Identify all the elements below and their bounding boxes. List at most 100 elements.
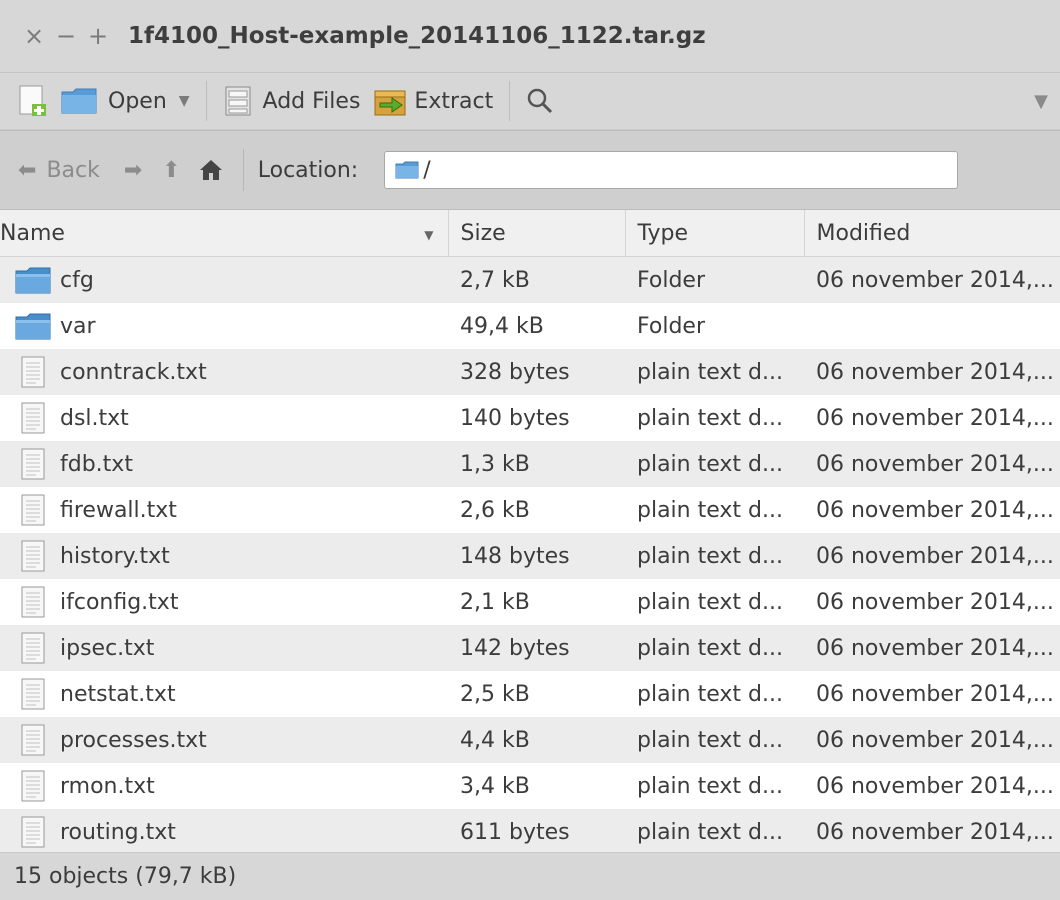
table-row[interactable]: fdb.txt 1,3 kB plain text d... 06 november … [0, 441, 1060, 487]
text-file-icon [21, 724, 45, 756]
archive-icon [225, 86, 251, 116]
back-label: Back [46, 157, 100, 183]
new-archive-icon [19, 85, 46, 116]
file-name: rmon.txt [60, 773, 155, 799]
back-button[interactable]: ⬅ Back [0, 158, 106, 183]
size-cell: 4,4 kB [448, 717, 625, 763]
modified-cell: 06 november 2014,... [816, 497, 1054, 523]
file-name: conntrack.txt [60, 359, 207, 385]
toolbar: Open ▼ Add Files Extract ▼ [0, 73, 1060, 130]
window-title: 1f4100_Host-example_20141106_1122.tar.gz [128, 23, 706, 49]
text-file-icon [21, 770, 45, 802]
file-name: processes.txt [60, 727, 207, 753]
sort-descending-icon: ▼ [424, 228, 434, 242]
modified-cell: 06 november 2014,... [804, 441, 1060, 487]
header-row: Name ▼ Size Type Modified [0, 210, 1060, 257]
type-cell: plain text d... [637, 773, 783, 799]
modified-cell: 06 november 2014,... [816, 773, 1054, 799]
text-file-icon [21, 632, 45, 664]
close-window-button[interactable]: × [18, 22, 50, 50]
size-cell: 142 bytes [448, 625, 625, 671]
maximize-window-button[interactable]: + [82, 22, 114, 50]
type-cell: plain text d... [637, 589, 783, 615]
name-cell: dsl.txt [0, 395, 448, 441]
modified-cell: 06 november 2014,... [804, 533, 1060, 579]
file-name: ifconfig.txt [60, 589, 179, 615]
column-header-type[interactable]: Type [625, 210, 805, 257]
table-row[interactable]: conntrack.txt 328 bytes plain text d... 06 … [0, 349, 1060, 395]
file-name: ipsec.txt [60, 635, 155, 661]
type-cell: Folder [625, 256, 804, 303]
size-cell: 328 bytes [448, 349, 625, 395]
open-button[interactable]: Open ▼ [54, 73, 196, 129]
text-file-icon [21, 356, 45, 388]
text-file-icon [21, 678, 45, 710]
table-row[interactable]: history.txt 148 bytes plain text d... 06 no… [0, 533, 1060, 579]
type-cell: plain text d... [625, 717, 804, 763]
home-icon [199, 160, 222, 180]
text-file-icon [21, 494, 45, 526]
table-row[interactable]: processes.txt 4,4 kB plain text d... 06 nov… [0, 717, 1060, 763]
name-cell: ipsec.txt [0, 625, 448, 671]
table-row[interactable]: netstat.txt 2,5 kB plain text d... 06 novem… [0, 671, 1060, 717]
table-row[interactable]: ifconfig.txt 2,1 kB plain text d... 06 nove… [0, 579, 1060, 625]
type-cell: plain text d... [637, 497, 783, 523]
size-cell: 140 bytes [460, 405, 570, 431]
size-cell: 1,3 kB [448, 441, 625, 487]
size-cell: 3,4 kB [460, 773, 530, 799]
folder-icon [15, 313, 51, 340]
text-file-icon [21, 586, 45, 618]
name-cell: cfg [0, 256, 448, 303]
forward-button[interactable]: ➡ [118, 158, 148, 183]
column-header-modified[interactable]: Modified [804, 210, 1060, 257]
new-archive-button[interactable] [0, 73, 54, 129]
text-file-icon [21, 816, 45, 848]
file-list: Name ▼ Size Type Modified cfg 2,7 kB Folde… [0, 210, 1060, 855]
name-cell: ifconfig.txt [0, 579, 448, 625]
table-row[interactable]: cfg 2,7 kB Folder 06 november 2014,... [0, 256, 1060, 303]
name-cell: history.txt [0, 533, 448, 579]
status-text: 15 objects (79,7 kB) [14, 864, 237, 889]
name-cell: firewall.txt [0, 487, 448, 533]
modified-cell: 06 november 2014,... [804, 256, 1060, 303]
modified-cell: 06 november 2014,... [816, 405, 1054, 431]
chevron-down-icon[interactable]: ▼ [179, 93, 190, 109]
location-field[interactable]: / [384, 151, 959, 189]
file-name: var [60, 313, 96, 339]
search-button[interactable] [520, 73, 560, 129]
size-cell: 2,5 kB [460, 681, 530, 707]
file-name: history.txt [60, 543, 170, 569]
name-cell: fdb.txt [0, 441, 448, 487]
modified-cell: 06 november 2014,... [804, 717, 1060, 763]
status-bar: 15 objects (79,7 kB) [0, 852, 1060, 900]
column-header-size[interactable]: Size [448, 210, 626, 257]
minimize-window-button[interactable]: − [50, 22, 82, 50]
name-cell: var [0, 303, 448, 349]
file-name: fdb.txt [60, 451, 133, 477]
name-cell: processes.txt [0, 717, 448, 763]
modified-cell: 06 november 2014,... [804, 625, 1060, 671]
modified-cell [804, 303, 1060, 349]
arrow-right-icon: ➡ [123, 157, 143, 183]
table-row[interactable]: firewall.txt 2,6 kB plain text d... 06 nove… [0, 487, 1060, 533]
table-row[interactable]: dsl.txt 140 bytes plain text d... 06 novemb… [0, 395, 1060, 441]
size-cell: 2,6 kB [460, 497, 530, 523]
table-row[interactable]: ipsec.txt 142 bytes plain text d... 06 nove… [0, 625, 1060, 671]
extract-button[interactable]: Extract [366, 73, 499, 129]
column-header-name[interactable]: Name ▼ [0, 210, 449, 257]
add-files-button[interactable]: Add Files [217, 73, 367, 129]
up-button[interactable]: ⬆ [156, 158, 186, 183]
location-bar: ⬅ Back ➡ ⬆ Location: / [0, 130, 1060, 210]
location-label: Location: [257, 157, 359, 183]
table-row[interactable]: rmon.txt 3,4 kB plain text d... 06 november… [0, 763, 1060, 809]
table-row[interactable]: var 49,4 kB Folder [0, 303, 1060, 349]
toolbar-overflow-icon[interactable]: ▼ [1034, 91, 1048, 112]
home-button[interactable] [193, 159, 229, 181]
folder-icon [395, 161, 419, 179]
nav-separator [242, 149, 244, 191]
table-row[interactable]: routing.txt 611 bytes plain text d... 06 no… [0, 809, 1060, 855]
size-cell: 611 bytes [448, 809, 625, 855]
file-name: dsl.txt [60, 405, 129, 431]
text-file-icon [21, 540, 45, 572]
open-label: Open [108, 88, 167, 114]
